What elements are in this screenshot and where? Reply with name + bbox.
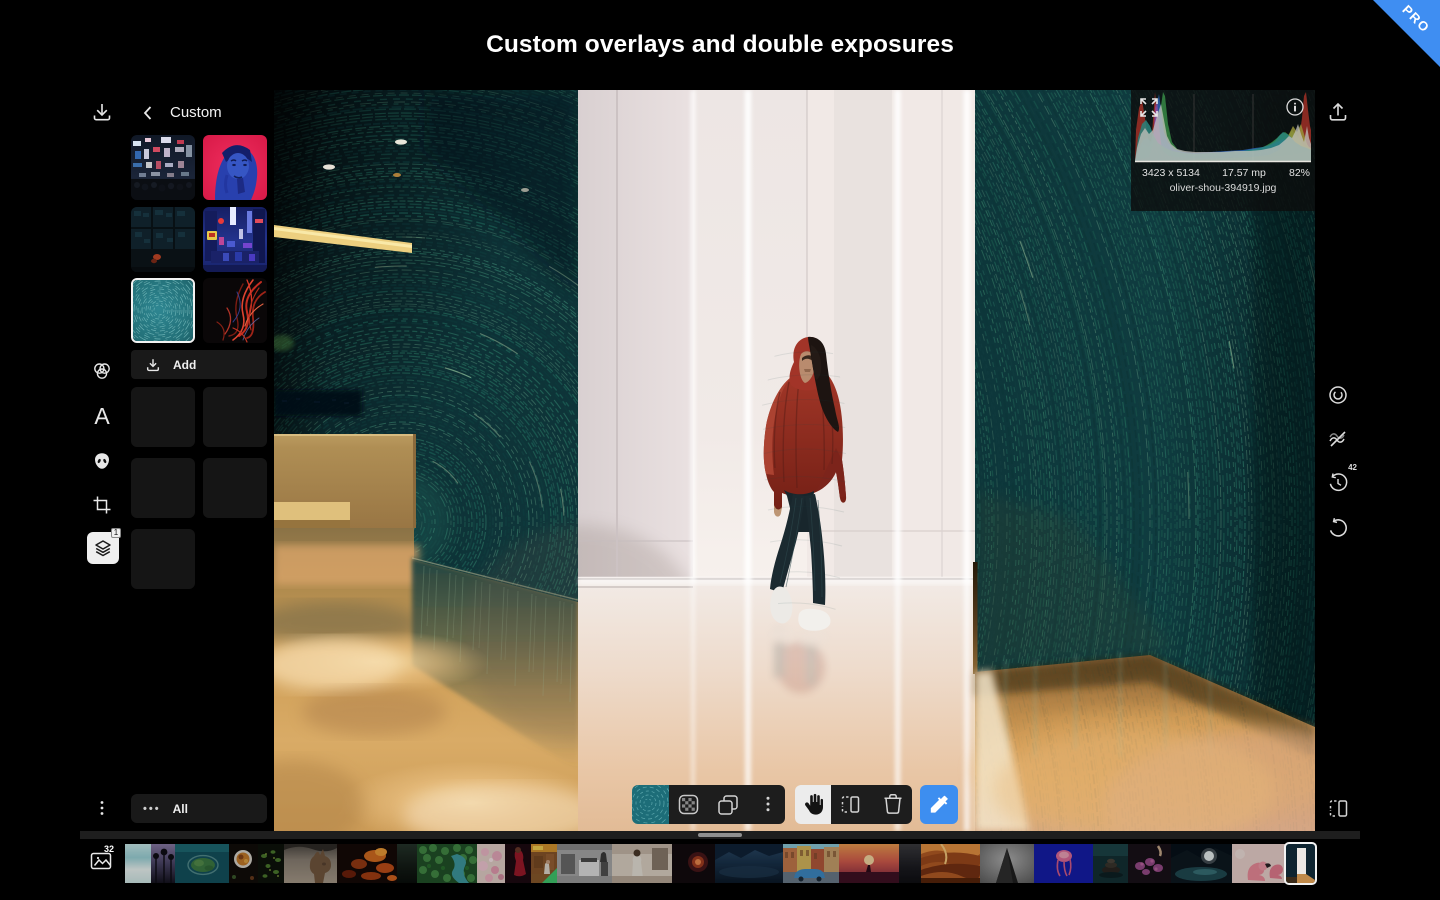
svg-text:32: 32	[104, 844, 114, 854]
svg-text:82%: 82%	[1289, 167, 1310, 179]
svg-text:oliver-shou-394919.jpg: oliver-shou-394919.jpg	[1170, 182, 1277, 194]
svg-text:17.57 mp: 17.57 mp	[1222, 167, 1266, 179]
svg-text:3423 x 5134: 3423 x 5134	[1142, 167, 1200, 179]
